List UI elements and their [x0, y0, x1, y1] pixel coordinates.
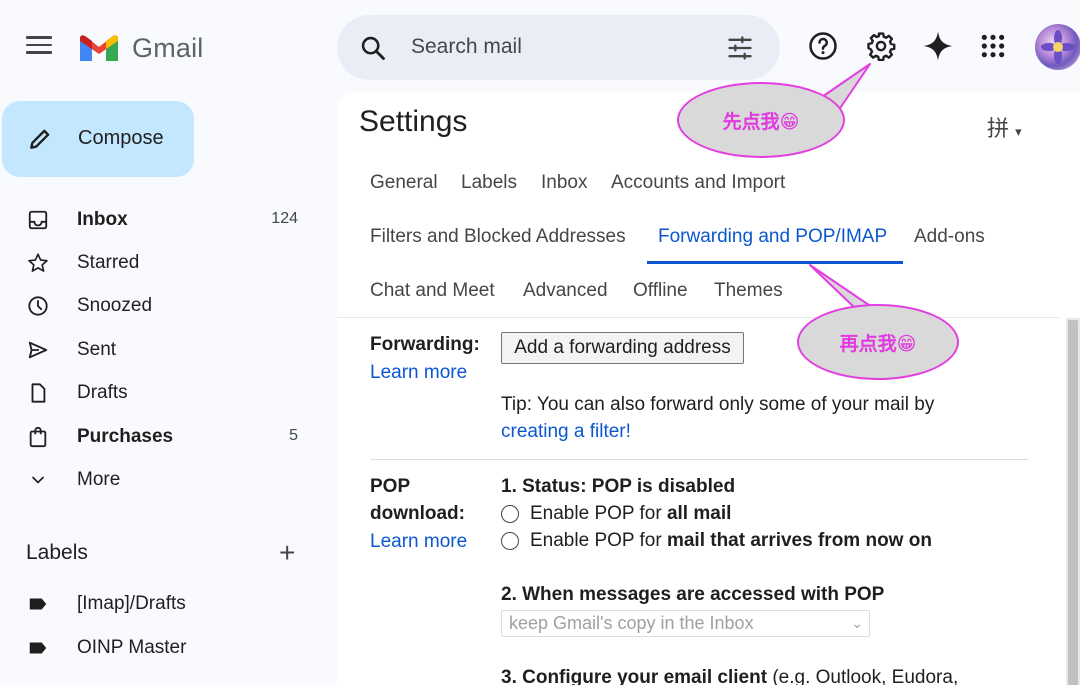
- callout-text: 先点我😁: [722, 110, 800, 133]
- callout-text: 再点我😁: [839, 332, 917, 355]
- callout-click-first: 先点我😁: [677, 82, 845, 158]
- callout-click-next: 再点我😁: [797, 304, 959, 380]
